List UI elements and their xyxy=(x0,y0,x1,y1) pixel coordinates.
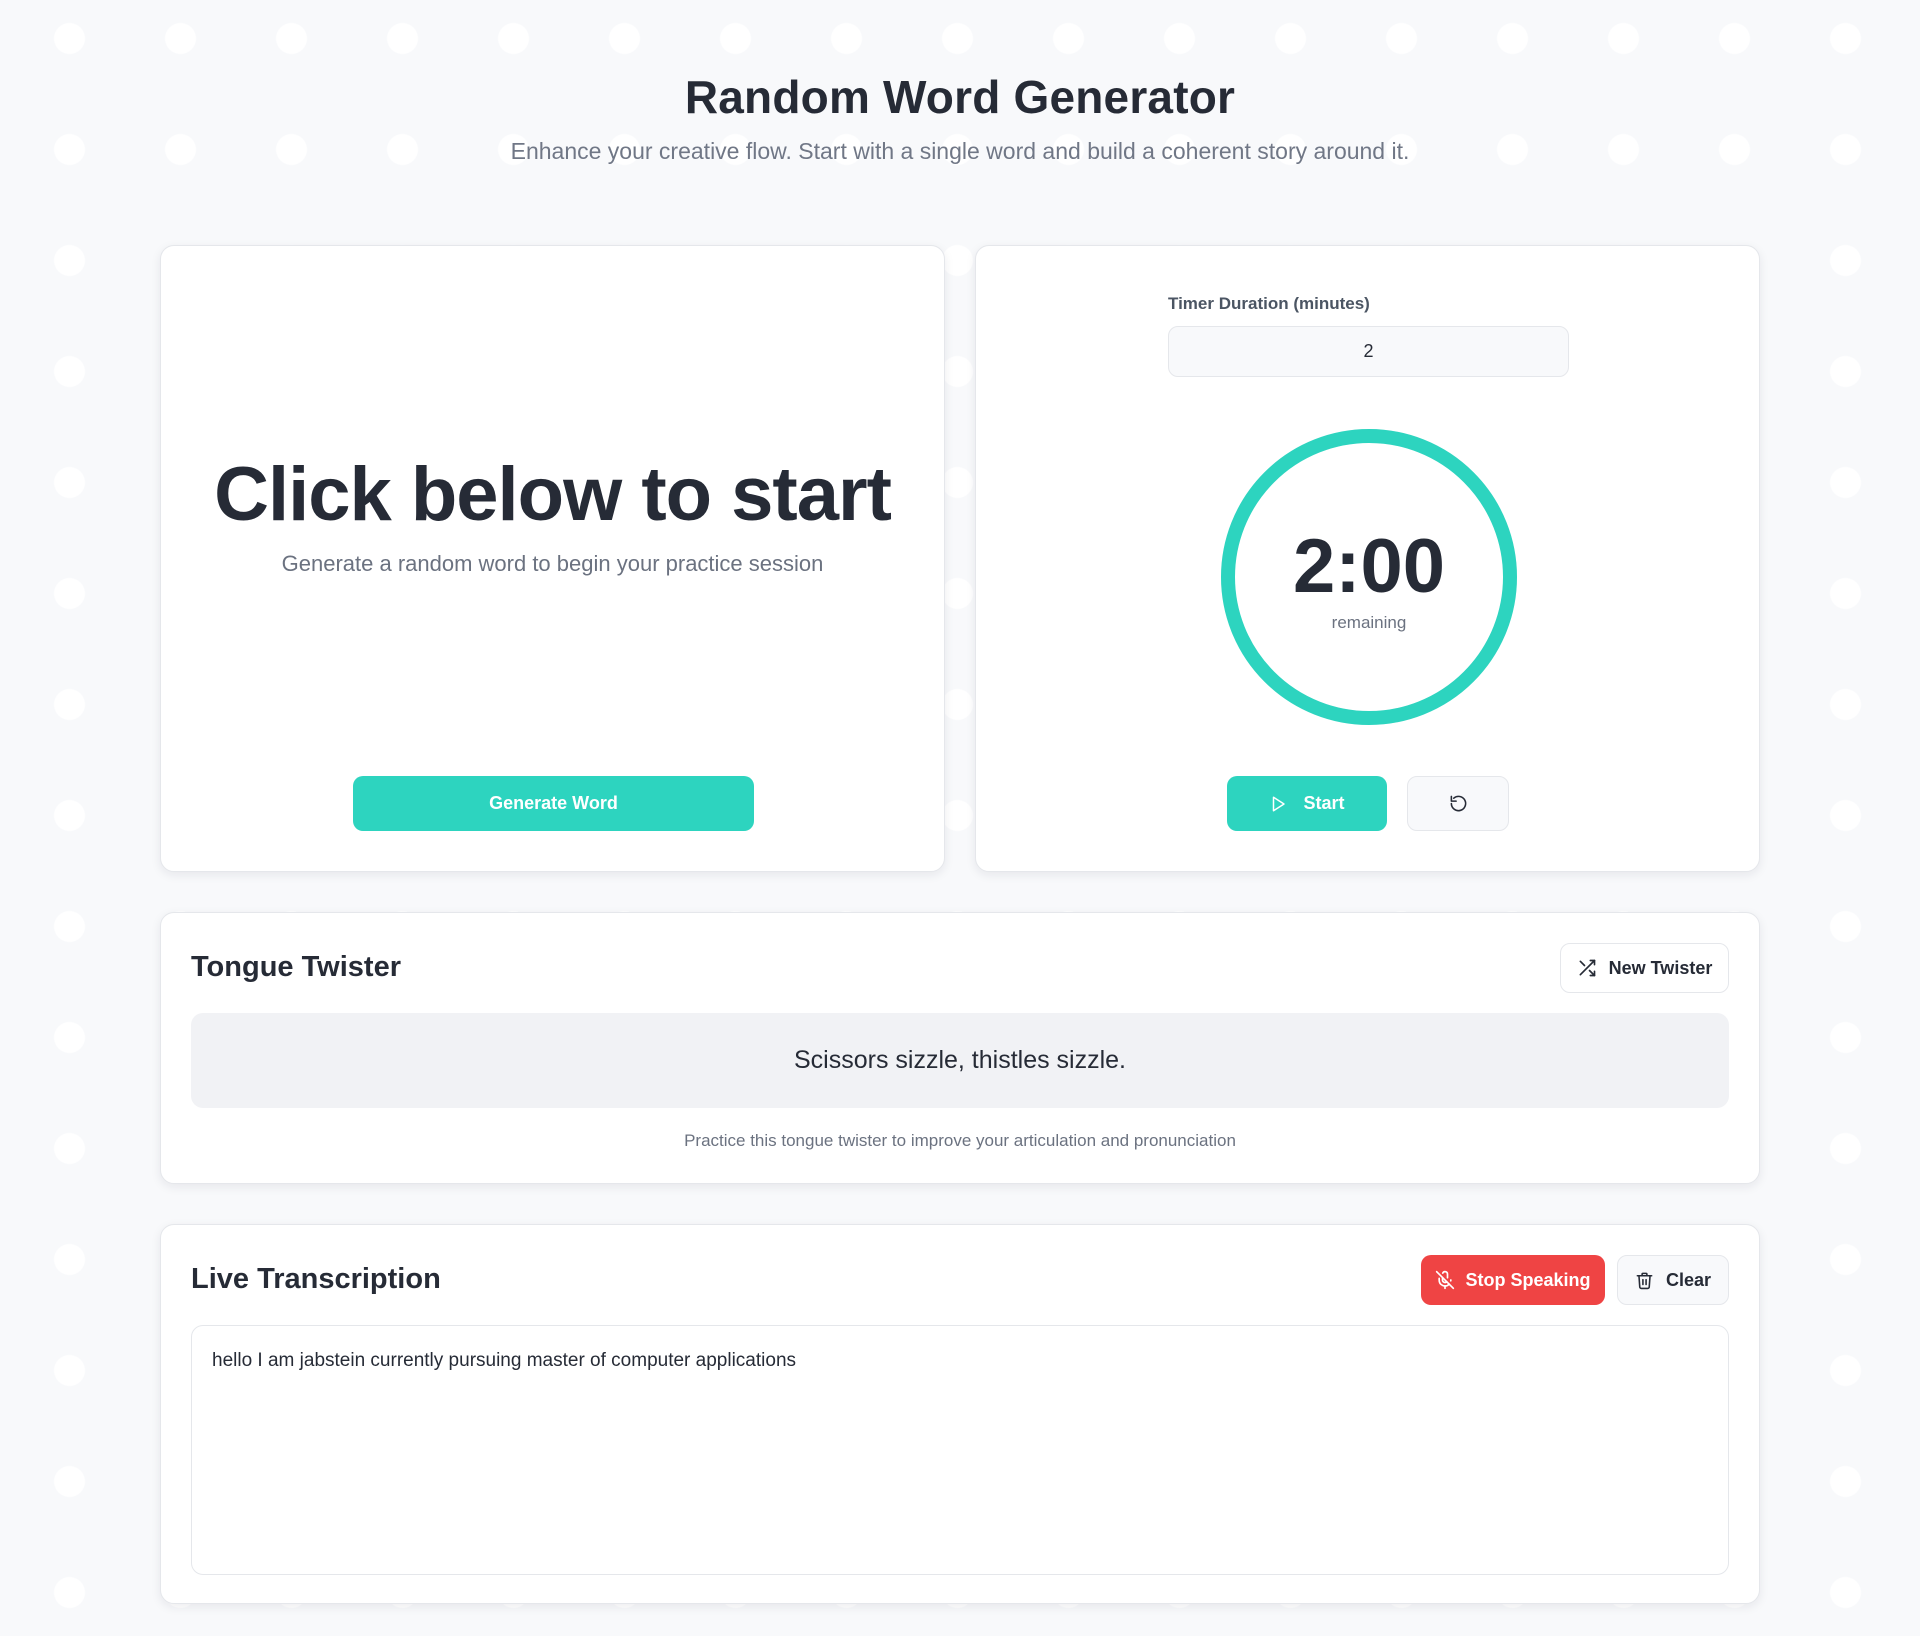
tongue-twister-note: Practice this tongue twister to improve … xyxy=(684,1131,1236,1150)
clear-transcript-label: Clear xyxy=(1665,1269,1712,1290)
tongue-twister-card: Tongue Twister New Twister Scissors sizz… xyxy=(160,912,1760,1184)
live-transcription-title: Live Transcription xyxy=(191,1263,441,1295)
tongue-twister-title: Tongue Twister xyxy=(191,951,401,983)
start-timer-button[interactable]: Start xyxy=(1227,776,1387,831)
mic-off-icon xyxy=(1435,1270,1455,1290)
shuffle-icon xyxy=(1577,958,1597,978)
timer-readout: 2:00 remaining xyxy=(1220,428,1518,726)
start-timer-label: Start xyxy=(1303,793,1345,813)
timer-caption: remaining xyxy=(1331,613,1407,632)
stop-speaking-label: Stop Speaking xyxy=(1465,1269,1591,1290)
timer-card: Timer Duration (minutes) 2:00 remaining … xyxy=(975,245,1760,872)
clear-transcript-button[interactable]: Clear xyxy=(1617,1255,1729,1305)
timer-duration-label: Timer Duration (minutes) xyxy=(1168,294,1370,313)
live-transcription-card: Live Transcription Stop Speaking Clear h… xyxy=(160,1224,1760,1604)
generate-word-label: Generate Word xyxy=(489,793,618,813)
page-subtitle: Enhance your creative flow. Start with a… xyxy=(510,138,1410,164)
stop-speaking-button[interactable]: Stop Speaking xyxy=(1421,1255,1605,1305)
reset-icon xyxy=(1449,794,1468,813)
word-prompt-title: Click below to start xyxy=(214,452,892,537)
reset-timer-button[interactable] xyxy=(1407,776,1509,831)
play-icon xyxy=(1269,795,1287,813)
page-title: Random Word Generator xyxy=(684,71,1236,123)
timer-duration-input[interactable] xyxy=(1168,326,1569,377)
timer-time: 2:00 xyxy=(1292,524,1446,609)
new-twister-label: New Twister xyxy=(1608,957,1713,978)
trash-icon xyxy=(1635,1271,1654,1290)
new-twister-button[interactable]: New Twister xyxy=(1560,943,1729,993)
word-card: Click below to start Generate a random w… xyxy=(160,245,945,872)
transcript-textarea[interactable]: hello I am jabstein currently pursuing m… xyxy=(191,1325,1729,1575)
tongue-twister-text: Scissors sizzle, thistles sizzle. xyxy=(191,1013,1729,1108)
page-header: Random Word Generator Enhance your creat… xyxy=(0,70,1920,165)
word-prompt-subtitle: Generate a random word to begin your pra… xyxy=(281,551,824,576)
generate-word-button[interactable]: Generate Word xyxy=(353,776,754,831)
